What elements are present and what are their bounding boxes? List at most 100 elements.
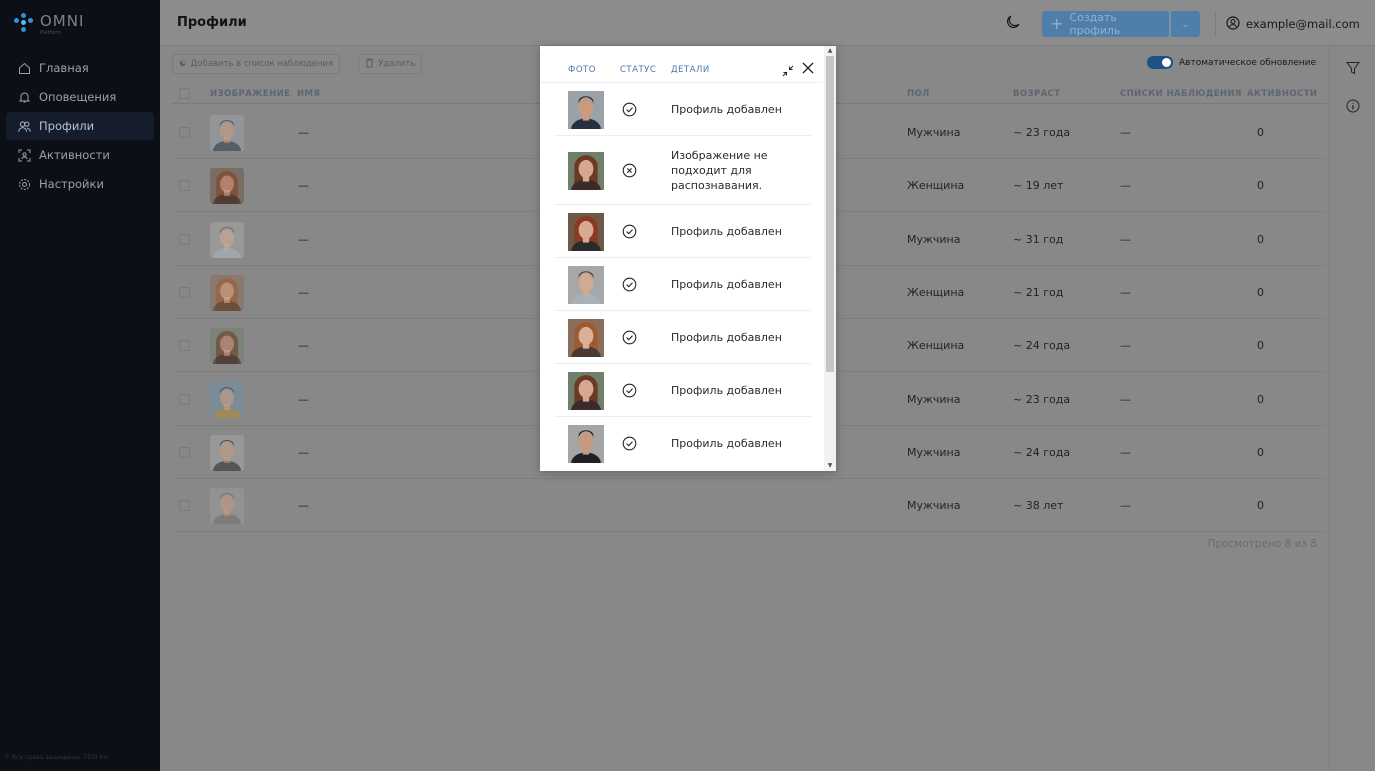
column-header[interactable]: ПОЛ [907, 89, 930, 99]
dialog-scrollbar[interactable]: ▲ ▼ [824, 46, 836, 471]
dialog-photo [568, 318, 604, 357]
column-header[interactable]: ИМЯ [297, 89, 320, 99]
auto-update-control: Автоматическое обновление [1147, 56, 1316, 69]
sidebar-item-activities[interactable]: Активности [6, 141, 154, 169]
close-icon[interactable] [801, 60, 815, 74]
row-checkbox[interactable] [179, 500, 190, 512]
row-checkbox[interactable] [179, 127, 190, 138]
check-circle-icon [622, 277, 637, 292]
logo[interactable]: OMNI Platform [0, 0, 160, 46]
user-menu[interactable]: example@mail.com [1215, 11, 1360, 37]
sidebar-item-alerts[interactable]: Оповещения [6, 83, 154, 111]
dialog-column-header: ФОТО [568, 65, 596, 75]
profile-watchlists: — [1120, 392, 1131, 406]
delete-button[interactable]: Удалить [358, 54, 423, 74]
profile-image [210, 488, 244, 525]
dialog-detail: Изображение не подходит для распознавани… [671, 149, 768, 192]
info-icon[interactable] [1345, 98, 1361, 114]
auto-update-toggle[interactable] [1147, 56, 1173, 69]
profile-activities: 0 [1257, 392, 1264, 406]
row-checkbox[interactable] [179, 233, 190, 245]
dialog-list-item: Профиль добавлен [554, 83, 812, 136]
profile-activities: 0 [1257, 179, 1264, 193]
dialog-detail: Профиль добавлен [671, 103, 782, 116]
profile-gender: Мужчина [907, 445, 961, 459]
check-circle-icon [622, 436, 637, 451]
sidebar-nav: Главная Оповещения Профили Активности На… [0, 54, 160, 198]
dialog-detail: Профиль добавлен [671, 225, 782, 238]
profile-watchlists: — [1120, 499, 1131, 513]
scroll-down-arrow-icon[interactable]: ▼ [827, 463, 833, 469]
dialog-photo [568, 265, 604, 304]
top-bar: Профили + Создать профиль ⌄ example@mail… [160, 0, 1375, 46]
bell-icon [18, 91, 31, 104]
profile-age: ~ 24 года [1013, 339, 1071, 353]
add-to-watchlist-button[interactable]: ☯ Добавить в список наблюдения [172, 54, 341, 74]
sidebar-item-label: Активности [39, 148, 110, 162]
dialog-photo [568, 424, 604, 463]
delete-label: Удалить [378, 59, 416, 69]
trash-icon [365, 58, 374, 71]
dialog-list-item: Профиль добавлен [554, 258, 812, 311]
column-header[interactable]: СПИСКИ НАБЛЮДЕНИЯ [1120, 89, 1242, 99]
add-user-icon: ☯ [179, 59, 187, 69]
row-checkbox[interactable] [179, 393, 190, 405]
scroll-up-arrow-icon[interactable]: ▲ [827, 48, 833, 54]
row-checkbox[interactable] [179, 286, 190, 298]
profiles-icon [18, 120, 31, 133]
moon-icon[interactable] [1005, 14, 1021, 30]
profile-image [210, 381, 244, 418]
user-email: example@mail.com [1246, 17, 1360, 31]
dialog-column-header: ДЕТАЛИ [671, 65, 710, 75]
row-checkbox[interactable] [179, 180, 190, 192]
profile-name: — [298, 499, 309, 513]
select-all-checkbox[interactable] [179, 88, 190, 99]
table-row[interactable]: — Мужчина ~ 38 лет — 0 [172, 479, 1327, 533]
sidebar: OMNI Platform Главная Оповещения Профили… [0, 0, 160, 771]
profile-name: — [298, 339, 309, 353]
sidebar-item-settings[interactable]: Настройки [6, 170, 154, 198]
row-checkbox[interactable] [179, 446, 190, 458]
dialog-list-item: Профиль добавлен [554, 417, 812, 470]
dialog-detail: Профиль добавлен [671, 437, 782, 450]
dialog-photo [568, 212, 604, 251]
row-checkbox[interactable] [179, 340, 190, 352]
profile-watchlists: — [1120, 339, 1131, 353]
dialog-detail: Профиль добавлен [671, 331, 782, 344]
profile-gender: Женщина [907, 285, 965, 299]
profile-gender: Мужчина [907, 126, 961, 139]
dialog-photo [568, 371, 604, 410]
profile-gender: Мужчина [907, 232, 961, 246]
upload-results-dialog: ФОТО СТАТУС ДЕТАЛИ Профиль добавлен Изоб… [540, 46, 836, 471]
sidebar-item-home[interactable]: Главная [6, 54, 154, 82]
dialog-list-item: Профиль добавлен [554, 364, 812, 417]
check-circle-icon [622, 383, 637, 398]
profile-name: — [298, 392, 309, 406]
profile-watchlists: — [1120, 179, 1131, 193]
column-header[interactable]: АКТИВНОСТИ [1247, 89, 1317, 99]
profile-age: ~ 24 года [1013, 445, 1071, 459]
column-header[interactable]: ВОЗРАСТ [1013, 89, 1060, 99]
user-icon [1226, 15, 1240, 33]
create-profile-dropdown[interactable]: ⌄ [1170, 11, 1200, 37]
profile-watchlists: — [1120, 445, 1131, 459]
collapse-icon[interactable] [782, 62, 794, 77]
check-circle-icon [622, 224, 637, 239]
sidebar-item-profiles[interactable]: Профили [6, 112, 154, 140]
dialog-detail: Профиль добавлен [671, 384, 782, 397]
profile-activities: 0 [1257, 339, 1264, 353]
dialog-column-header: СТАТУС [620, 65, 657, 75]
plus-icon: + [1050, 14, 1064, 33]
dialog-list-item: Профиль добавлен [554, 205, 812, 258]
dialog-header: ФОТО СТАТУС ДЕТАЛИ [540, 46, 822, 83]
logo-subtext: Platform [40, 29, 62, 36]
x-circle-icon [622, 163, 637, 178]
column-header[interactable]: ИЗОБРАЖЕНИЕ [210, 89, 290, 99]
profile-image [210, 221, 244, 258]
profile-watchlists: — [1120, 126, 1131, 139]
scrollbar-thumb[interactable] [826, 56, 834, 372]
filter-icon[interactable] [1345, 60, 1361, 76]
page-title: Профили [177, 15, 247, 30]
create-profile-button[interactable]: + Создать профиль [1042, 11, 1169, 37]
profile-age: ~ 21 год [1013, 285, 1064, 299]
